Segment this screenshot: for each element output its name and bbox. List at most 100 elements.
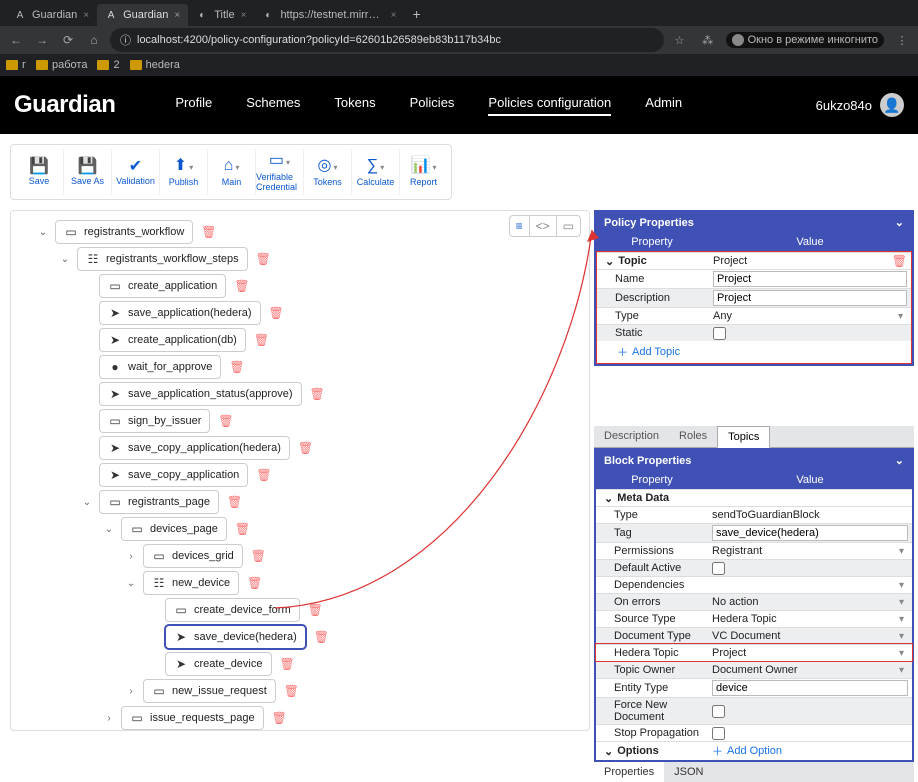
bottom-tab[interactable]: Properties (594, 762, 664, 782)
close-icon[interactable]: × (241, 10, 247, 21)
tree-block[interactable]: ▭registrants_workflow (55, 220, 193, 244)
delete-icon[interactable]: 🗑 (310, 387, 325, 401)
block-tab[interactable]: Roles (669, 426, 717, 447)
delete-icon[interactable]: 🗑 (227, 495, 242, 509)
tree-block[interactable]: ▭sign_by_issuer (99, 409, 210, 433)
nav-item[interactable]: Profile (175, 95, 212, 116)
bookmark-item[interactable]: г (6, 59, 26, 71)
meta-section[interactable]: ⌄Meta Data (600, 492, 712, 505)
caret-icon[interactable]: › (103, 713, 115, 724)
property-checkbox[interactable] (712, 727, 725, 740)
caret-icon[interactable]: ⌄ (103, 524, 115, 535)
delete-icon[interactable]: 🗑 (218, 414, 233, 428)
delete-icon[interactable]: 🗑 (272, 711, 287, 725)
close-icon[interactable]: × (391, 10, 397, 21)
block-tab[interactable]: Topics (717, 426, 770, 448)
browser-tab[interactable]: AGuardian× (6, 4, 97, 26)
delete-icon[interactable]: 🗑 (256, 252, 271, 266)
tree-block[interactable]: ➤create_device (165, 652, 272, 676)
topic-section[interactable]: ⌄Topic (601, 255, 713, 268)
chevron-down-icon[interactable]: ▾ (895, 580, 908, 591)
property-checkbox[interactable] (712, 705, 725, 718)
browser-tab[interactable]: AGuardian× (97, 4, 188, 26)
caret-icon[interactable]: ⌄ (59, 254, 71, 265)
tree-block[interactable]: ➤save_copy_application(hedera) (99, 436, 290, 460)
collapse-icon[interactable]: ⌄ (895, 454, 904, 467)
close-icon[interactable]: × (83, 10, 89, 21)
tree-block[interactable]: ➤save_application(hedera) (99, 301, 261, 325)
delete-icon[interactable]: 🗑 (269, 306, 284, 320)
caret-icon[interactable]: ⌄ (81, 497, 93, 508)
delete-icon[interactable]: 🗑 (314, 630, 329, 644)
tree-block[interactable]: ➤save_device(hedera) (165, 625, 306, 649)
bookmark-item[interactable]: hedera (130, 59, 180, 71)
reload-icon[interactable]: ⟳ (58, 33, 78, 47)
menu-icon[interactable]: ⋮ (892, 34, 912, 47)
delete-icon[interactable]: 🗑 (298, 441, 313, 455)
delete-icon[interactable]: 🗑 (234, 279, 249, 293)
new-tab-button[interactable]: + (404, 2, 428, 26)
tree-block[interactable]: ▭devices_grid (143, 544, 243, 568)
delete-icon[interactable]: 🗑 (254, 333, 269, 347)
tree-block[interactable]: ▭registrants_page (99, 490, 219, 514)
delete-icon[interactable]: 🗑 (251, 549, 266, 563)
delete-icon[interactable]: 🗑 (201, 225, 216, 239)
back-icon[interactable]: ← (6, 33, 26, 47)
tree-block[interactable]: ☷new_device (143, 571, 239, 595)
add-option-link[interactable]: ＋ Add Option (712, 743, 908, 759)
nav-item[interactable]: Policies configuration (488, 95, 611, 116)
tree-block[interactable]: ●wait_for_approve (99, 355, 221, 379)
nav-item[interactable]: Admin (645, 95, 682, 116)
tree-block[interactable]: ▭devices_page (121, 517, 227, 541)
chevron-down-icon[interactable]: ▾ (894, 311, 907, 322)
tree-block[interactable]: ▭create_application (99, 274, 226, 298)
forward-icon[interactable]: → (32, 33, 52, 47)
block-tab[interactable]: Description (594, 426, 669, 447)
property-input[interactable] (713, 271, 907, 287)
chevron-down-icon[interactable]: ▾ (895, 546, 908, 557)
tree-block[interactable]: ☷registrants_workflow_steps (77, 247, 248, 271)
tree-view-tree-icon[interactable]: ≡ (510, 216, 529, 236)
toolbar-button[interactable]: 💾Save As (63, 149, 111, 195)
property-input[interactable] (712, 525, 908, 541)
caret-icon[interactable]: › (125, 551, 137, 562)
tree-block[interactable]: ➤save_application_status(approve) (99, 382, 302, 406)
toolbar-button[interactable]: ◎▾Tokens (303, 149, 351, 195)
tree-block[interactable]: ▭issue_requests_page (121, 706, 264, 730)
caret-icon[interactable]: › (125, 686, 137, 697)
toolbar-button[interactable]: ∑▾Calculate (351, 149, 399, 195)
toolbar-button[interactable]: ⬆▾Publish (159, 149, 207, 195)
chevron-down-icon[interactable]: ▾ (895, 597, 908, 608)
tree-block[interactable]: ▭new_issue_request (143, 679, 276, 703)
toolbar-button[interactable]: ▭▾Verifiable Credential (255, 149, 303, 195)
nav-item[interactable]: Policies (410, 95, 455, 116)
delete-icon[interactable]: 🗑 (284, 684, 299, 698)
avatar[interactable]: 👤 (880, 93, 904, 117)
property-input[interactable] (712, 680, 908, 696)
delete-icon[interactable]: 🗑 (229, 360, 244, 374)
chevron-down-icon[interactable]: ▾ (895, 648, 908, 659)
star-icon[interactable]: ☆ (670, 34, 690, 47)
caret-icon[interactable]: ⌄ (37, 227, 49, 238)
delete-icon[interactable]: 🗑 (280, 657, 295, 671)
nav-item[interactable]: Schemes (246, 95, 300, 116)
close-icon[interactable]: × (174, 10, 180, 21)
browser-tab[interactable]: ◐https://testnet.mirromode.hede× (254, 4, 404, 26)
tree-block[interactable]: ➤save_copy_application (99, 463, 248, 487)
bookmark-item[interactable]: 2 (97, 59, 119, 71)
toolbar-button[interactable]: ✔Validation (111, 149, 159, 195)
delete-icon[interactable]: 🗑 (235, 522, 250, 536)
bookmark-item[interactable]: работа (36, 59, 87, 71)
chevron-down-icon[interactable]: ▾ (895, 614, 908, 625)
home-icon[interactable]: ⌂ (84, 33, 104, 47)
collapse-icon[interactable]: ⌄ (895, 216, 904, 229)
chevron-down-icon[interactable]: ▾ (895, 631, 908, 642)
tree-view-code-icon[interactable]: <> (529, 216, 556, 236)
toolbar-button[interactable]: 💾Save (15, 149, 63, 195)
puzzle-icon[interactable]: ⁂ (698, 34, 718, 47)
nav-item[interactable]: Tokens (334, 95, 375, 116)
options-section[interactable]: ⌄Options (600, 745, 712, 758)
delete-icon[interactable]: 🗑 (256, 468, 271, 482)
delete-topic-icon[interactable]: 🗑 (892, 254, 907, 268)
bottom-tab[interactable]: JSON (664, 762, 713, 782)
